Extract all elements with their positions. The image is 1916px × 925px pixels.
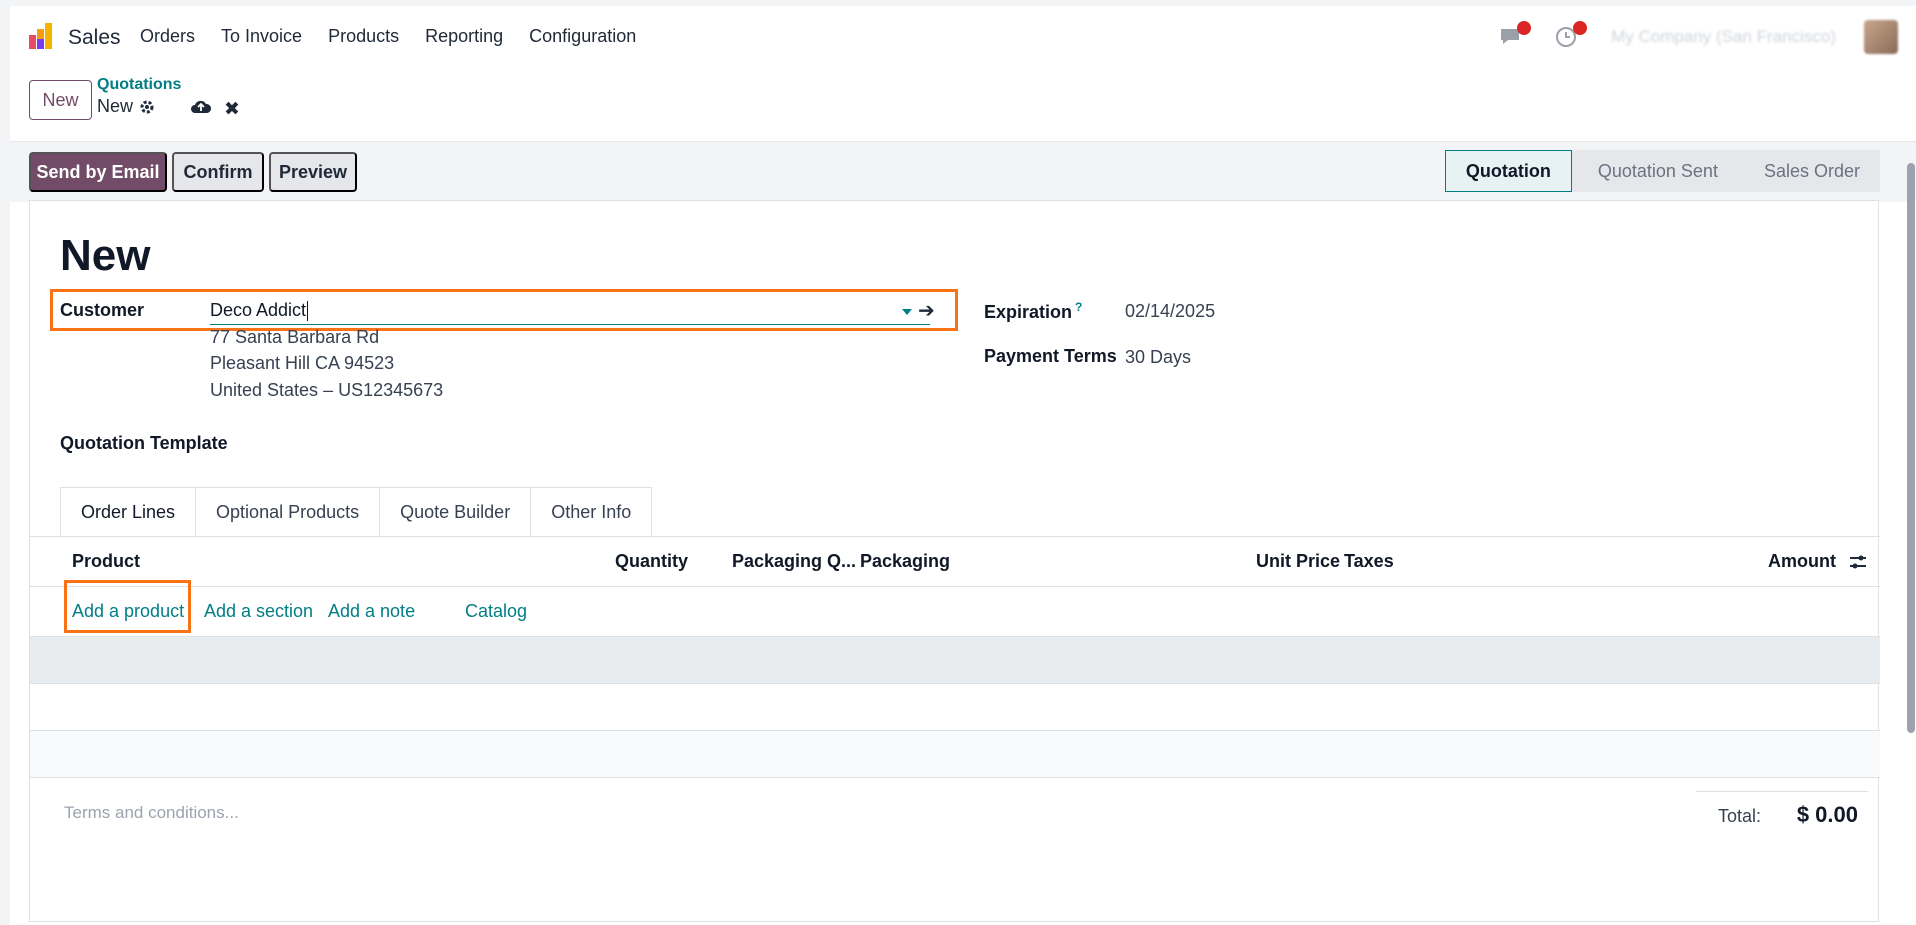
text-caret [307, 300, 309, 321]
empty-row [30, 731, 1880, 778]
tab-optional-products[interactable]: Optional Products [195, 487, 381, 537]
col-packaging[interactable]: Packaging [860, 551, 950, 572]
confirm-button[interactable]: Confirm [172, 152, 264, 192]
tab-order-lines[interactable]: Order Lines [60, 487, 197, 537]
main-menu: Orders To Invoice Products Reporting Con… [140, 26, 636, 47]
app-window: Sales Orders To Invoice Products Reporti… [0, 0, 1916, 925]
scrollbar-thumb[interactable] [1907, 163, 1915, 733]
total-label: Total: [1718, 806, 1762, 826]
cloud-upload-icon[interactable] [190, 98, 212, 116]
order-lines-header: Product Quantity Packaging Q... Packagin… [30, 537, 1880, 587]
expiration-label: Expiration? [984, 300, 1082, 323]
address-line-3: United States – US12345673 [210, 380, 444, 400]
tab-quote-builder[interactable]: Quote Builder [379, 487, 532, 537]
stage-quotation-sent[interactable]: Quotation Sent [1571, 150, 1738, 192]
breadcrumb-quotations[interactable]: Quotations [97, 76, 181, 94]
col-packaging-qty[interactable]: Packaging Q... [732, 551, 856, 572]
control-panel: New Quotations New ✖ [10, 68, 1916, 142]
arrow-right-icon[interactable]: ➔ [918, 298, 935, 323]
col-unit-price[interactable]: Unit Price [1256, 551, 1340, 572]
send-by-email-button[interactable]: Send by Email [29, 152, 167, 192]
address-line-1: 77 Santa Barbara Rd [210, 327, 380, 347]
add-section-link[interactable]: Add a section [204, 601, 313, 622]
activities-badge [1573, 21, 1588, 35]
quotation-template-label: Quotation Template [60, 433, 228, 453]
empty-row [30, 684, 1880, 731]
messages-button[interactable] [1499, 21, 1532, 49]
stage-sales-order[interactable]: Sales Order [1737, 150, 1880, 192]
expiration-field[interactable]: 02/14/2025 [1125, 301, 1215, 322]
menu-reporting[interactable]: Reporting [425, 26, 503, 47]
systray: My Company (San Francisco) [1499, 20, 1898, 54]
stage-pipeline: Quotation Quotation Sent Sales Order [1444, 150, 1880, 192]
col-quantity[interactable]: Quantity [615, 551, 688, 572]
activities-button[interactable] [1555, 21, 1588, 49]
address-line-2: Pleasant Hill CA 94523 [210, 353, 395, 373]
record-title: New [60, 231, 151, 280]
payment-terms-field[interactable]: 30 Days [1125, 347, 1191, 368]
scrollbar[interactable] [1906, 151, 1916, 925]
expiration-label-text: Expiration [984, 302, 1073, 322]
menu-products[interactable]: Products [328, 26, 399, 47]
totals-box: Total: $ 0.00 [1696, 791, 1868, 835]
top-navbar: Sales Orders To Invoice Products Reporti… [10, 6, 1916, 68]
user-avatar[interactable] [1864, 20, 1898, 54]
app-name[interactable]: Sales [68, 26, 121, 50]
breadcrumb-current-label: New [97, 96, 134, 116]
discard-icon[interactable]: ✖ [224, 98, 240, 121]
help-icon[interactable]: ? [1075, 300, 1082, 314]
sales-app-logo-icon[interactable] [27, 21, 57, 51]
customer-input[interactable]: Deco Addict [210, 297, 930, 325]
status-bar: Send by Email Confirm Preview Quotation … [10, 142, 1916, 202]
tab-other-info[interactable]: Other Info [530, 487, 653, 537]
messages-badge [1517, 21, 1532, 35]
notebook-tabs: Order Lines Optional Products Quote Buil… [60, 487, 653, 537]
preview-button[interactable]: Preview [269, 152, 357, 192]
add-product-highlight [64, 580, 191, 633]
payment-terms-label: Payment Terms [984, 346, 1117, 366]
company-switcher[interactable]: My Company (San Francisco) [1611, 27, 1836, 47]
menu-configuration[interactable]: Configuration [529, 26, 636, 47]
stage-quotation[interactable]: Quotation [1444, 150, 1572, 192]
empty-row [30, 637, 1880, 684]
col-product[interactable]: Product [72, 551, 140, 572]
menu-to-invoice[interactable]: To Invoice [221, 26, 302, 47]
breadcrumb-current: New [97, 96, 155, 117]
new-button[interactable]: New [29, 80, 92, 120]
add-line-row: Add a product Add a section Add a note C… [30, 587, 1880, 637]
col-taxes[interactable]: Taxes [1344, 551, 1394, 572]
total-value: $ 0.00 [1796, 802, 1858, 827]
customer-input-value: Deco Addict [210, 300, 307, 320]
col-amount[interactable]: Amount [1768, 551, 1836, 572]
customer-label: Customer [60, 300, 145, 320]
caret-down-icon[interactable] [902, 309, 912, 315]
terms-conditions-input[interactable]: Terms and conditions... [64, 803, 239, 823]
column-settings-icon[interactable] [1848, 553, 1868, 571]
add-note-link[interactable]: Add a note [328, 601, 415, 622]
gear-icon[interactable] [139, 99, 155, 115]
menu-orders[interactable]: Orders [140, 26, 195, 47]
catalog-link[interactable]: Catalog [465, 601, 527, 622]
form-sheet: New Customer Deco Addict ➔ 77 Santa Barb… [29, 200, 1880, 922]
